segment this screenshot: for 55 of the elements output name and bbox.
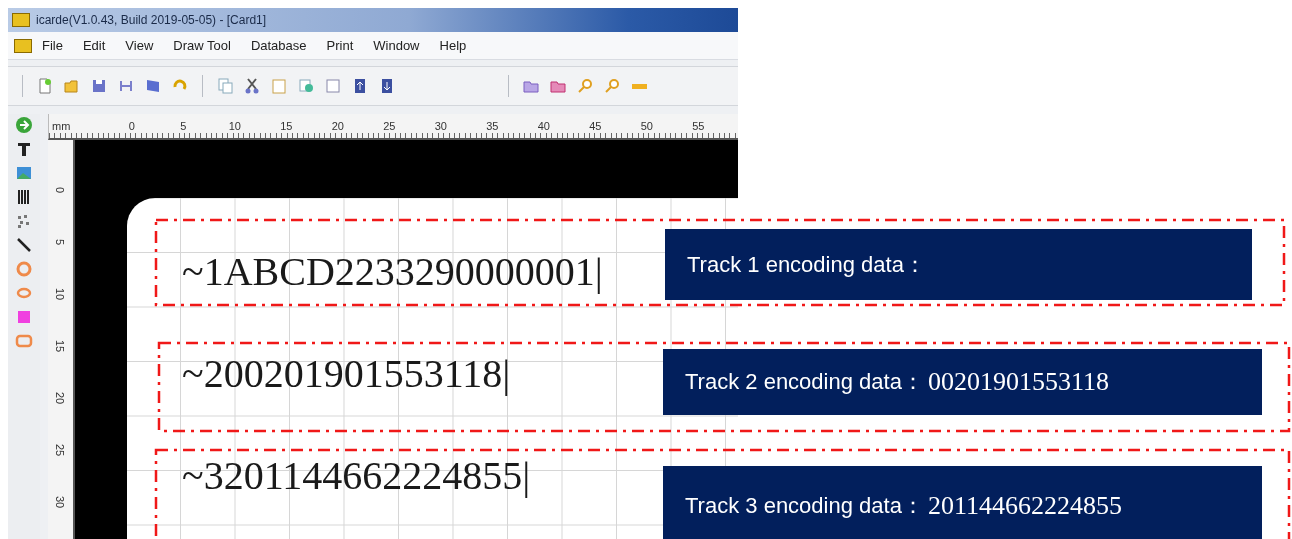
ruler-label: 50 [639,120,654,132]
ruler-label: 25 [382,120,397,132]
new-file-icon[interactable] [36,77,54,95]
square-icon[interactable] [15,308,33,326]
ruler-label: 20 [330,120,345,132]
app-icon[interactable] [14,38,32,53]
menu-item[interactable]: Print [316,38,364,53]
menu-item[interactable]: File [32,38,73,53]
menu-item[interactable]: Window [363,38,430,53]
ruler-label: 0 [53,186,68,194]
ruler-label: 30 [53,495,68,509]
save-icon[interactable] [90,77,108,95]
annotation-value: 00201901553118 [927,367,1109,397]
app-icon [12,13,30,27]
ruler-label: 15 [279,120,294,132]
text-tool-icon[interactable] [15,140,33,158]
ruler-label: 5 [179,120,188,132]
card-text: ~3201144662224855| [182,454,531,498]
ruler-label: 10 [53,287,68,301]
menu-item[interactable]: Draw Tool [163,38,241,53]
ruler-label: 25 [53,443,68,457]
zoom-in-icon[interactable] [576,77,594,95]
duplicate-icon[interactable] [297,77,315,95]
card-text: ~200201901553118| [182,352,511,396]
annotation-text: Track 1 encoding data： [687,250,926,279]
paste-icon[interactable] [270,77,288,95]
line-tool-icon[interactable] [15,236,33,254]
open-folder-icon[interactable] [63,77,81,95]
annotation-text: Track 2 encoding data： [685,368,924,396]
ruler-label: 5 [53,238,68,246]
menu-item[interactable]: View [115,38,164,53]
ruler-label: 40 [536,120,551,132]
annotation-text: Track 3 encoding data： [685,492,924,520]
circle-icon[interactable] [15,260,33,278]
ruler-label: 35 [485,120,500,132]
cut-icon[interactable] [243,77,261,95]
ruler-label: 20 [53,391,68,405]
ruler-label: 55 [691,120,706,132]
ruler-label: 30 [433,120,448,132]
rounded-rectangle-icon[interactable] [15,332,33,350]
menu-item[interactable]: Help [429,38,477,53]
image-icon[interactable] [15,164,33,182]
ruler-label: 45 [588,120,603,132]
ruler-label: 0 [127,120,136,132]
arrow-circle-icon[interactable] [15,116,33,134]
copy-icon[interactable] [216,77,234,95]
menu-item[interactable]: Database [240,38,317,53]
card-text: ~1ABCD2233290000001| [182,250,603,294]
ruler-label: 15 [53,339,68,353]
annotation-value: 201144662224855 [927,491,1122,521]
window-title: icarde(V1.0.43, Build 2019-05-05) - [Card1] [36,13,267,27]
zoom-out-icon[interactable] [603,77,621,95]
menu-item[interactable]: Edit [72,38,116,53]
ruler-unit: mm [51,120,72,132]
ruler-label: 10 [227,120,242,132]
